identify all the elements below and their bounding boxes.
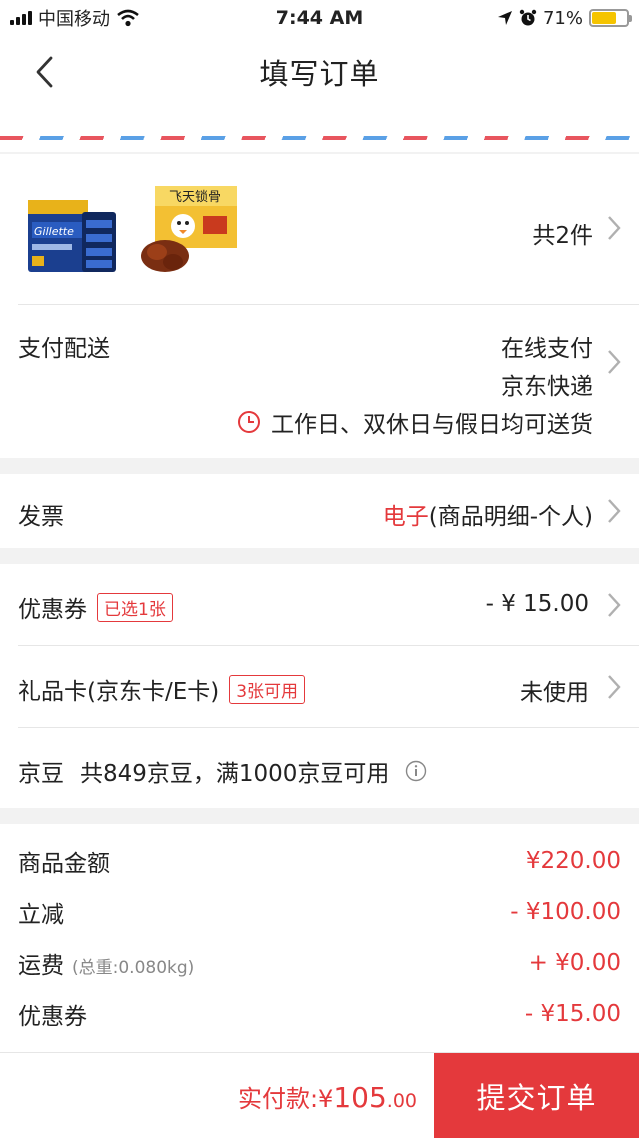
pay-currency: ¥: [318, 1085, 334, 1113]
battery-icon: [589, 9, 632, 27]
razor-pack-image: Gillette: [28, 200, 116, 272]
invoice-detail: (商品明细-个人): [428, 504, 593, 530]
invoice-row[interactable]: 发票 电子(商品明细-个人): [0, 474, 639, 548]
jingdou-row[interactable]: 京豆 共849京豆，满1000京豆可用: [0, 728, 639, 808]
summary-row: 运费 (总重:0.080kg) + ¥0.00: [18, 943, 621, 983]
coupon-value: - ¥ 15.00: [485, 591, 589, 617]
gift-card-row[interactable]: 礼品卡(京东卡/E卡) 3张可用 未使用: [0, 646, 639, 727]
chevron-right-icon: [608, 499, 621, 523]
alarm-icon: [519, 9, 537, 26]
location-icon: [497, 11, 512, 25]
coupon-label-wrap: 优惠券 已选1张: [18, 590, 173, 624]
payment-delivery-label: 支付配送: [18, 336, 110, 362]
summary-row: 商品金额 ¥220.00: [18, 841, 621, 881]
svg-text:飞天锁骨: 飞天锁骨: [169, 189, 221, 205]
invoice-type: 电子: [382, 504, 429, 530]
back-button[interactable]: [22, 50, 66, 94]
gift-card-label-wrap: 礼品卡(京东卡/E卡) 3张可用: [18, 672, 306, 706]
price-summary: 商品金额 ¥220.00 立减 - ¥100.00 运费 (总重:0.080kg) + ¥0…: [0, 824, 639, 1052]
gift-card-label: 礼品卡(京东卡/E卡): [18, 679, 220, 705]
payment-method: 在线支付: [501, 336, 593, 362]
nav-bar: 填写订单: [0, 36, 639, 108]
coupon-label: 优惠券: [18, 597, 87, 623]
invoice-value: 电子(商品明细-个人): [383, 497, 593, 531]
signal-icon: [10, 11, 32, 25]
coupon-row[interactable]: 优惠券 已选1张 - ¥ 15.00: [0, 564, 639, 645]
pay-total: 实付款:¥105.00: [238, 1079, 417, 1114]
summary-value: - ¥15.00: [524, 1001, 621, 1027]
summary-label-wrap: 运费 (总重:0.080kg): [18, 946, 194, 980]
gift-card-tag: 3张可用: [229, 674, 306, 704]
invoice-label: 发票: [18, 504, 64, 530]
summary-label-wrap: 商品金额: [18, 844, 110, 878]
pay-label: 实付款:: [237, 1085, 319, 1113]
submit-order-button[interactable]: 提交订单: [434, 1053, 639, 1138]
summary-label: 运费: [18, 953, 64, 979]
svg-text:Gillette: Gillette: [34, 225, 74, 238]
coupon-tag: 已选1张: [97, 592, 173, 622]
summary-label: 立减: [18, 902, 64, 928]
page-title: 填写订单: [259, 57, 380, 91]
summary-row: 立减 - ¥100.00: [18, 892, 621, 932]
battery-percent: 71%: [542, 7, 583, 29]
delivery-schedule: 工作日、双休日与假日均可送货: [237, 405, 593, 439]
summary-row: 优惠券 - ¥15.00: [18, 994, 621, 1034]
pay-amount-int: 105: [333, 1081, 387, 1114]
airmail-border: [0, 136, 639, 140]
snack-box-image: 飞天锁骨: [141, 186, 237, 272]
wifi-icon: [117, 9, 139, 27]
jingdou-label: 京豆: [18, 761, 64, 787]
chevron-right-icon: [608, 593, 621, 617]
payment-delivery-row[interactable]: 支付配送 在线支付 京东快递 工作日、双休日与假日均可送货: [0, 305, 639, 458]
delivery-schedule-text: 工作日、双休日与假日均可送货: [271, 412, 593, 438]
back-chevron-icon: [36, 56, 53, 88]
product-list[interactable]: Gillette 飞天锁骨 共2件: [0, 154, 639, 304]
bottom-bar: 实付款:¥105.00 提交订单: [0, 1052, 639, 1138]
summary-label: 优惠券: [18, 1004, 87, 1030]
summary-value: - ¥100.00: [510, 899, 621, 925]
summary-label-wrap: 立减: [18, 895, 64, 929]
summary-label-wrap: 优惠券: [18, 997, 87, 1031]
summary-value: ¥220.00: [525, 848, 621, 874]
status-bar: 中国移动 7:44 AM 71%: [0, 0, 639, 36]
clock-icon: [238, 411, 260, 433]
courier-name: 京东快递: [501, 374, 593, 400]
summary-value: + ¥0.00: [528, 950, 621, 976]
jingdou-text: 共849京豆，满1000京豆可用: [80, 761, 390, 787]
discount-section: 优惠券 已选1张 - ¥ 15.00 礼品卡(京东卡/E卡) 3张可用 未使用 …: [0, 564, 639, 808]
carrier-label: 中国移动: [38, 9, 110, 30]
order-section: Gillette 飞天锁骨 共2件 支付配送 在线支付 京东快递 工作日、双休日…: [0, 154, 639, 458]
summary-sublabel: (总重:0.080kg): [72, 958, 195, 978]
chevron-right-icon: [608, 675, 621, 699]
jingdou-wrap: 京豆 共849京豆，满1000京豆可用: [18, 754, 427, 788]
gift-card-value: 未使用: [520, 680, 589, 706]
product-count: 共2件: [532, 223, 593, 249]
summary-label: 商品金额: [18, 851, 110, 877]
pay-amount-dec: .00: [386, 1090, 417, 1112]
chevron-right-icon: [608, 216, 621, 240]
chevron-right-icon: [608, 350, 621, 374]
info-icon[interactable]: [405, 760, 427, 782]
address-section[interactable]: [0, 108, 639, 152]
